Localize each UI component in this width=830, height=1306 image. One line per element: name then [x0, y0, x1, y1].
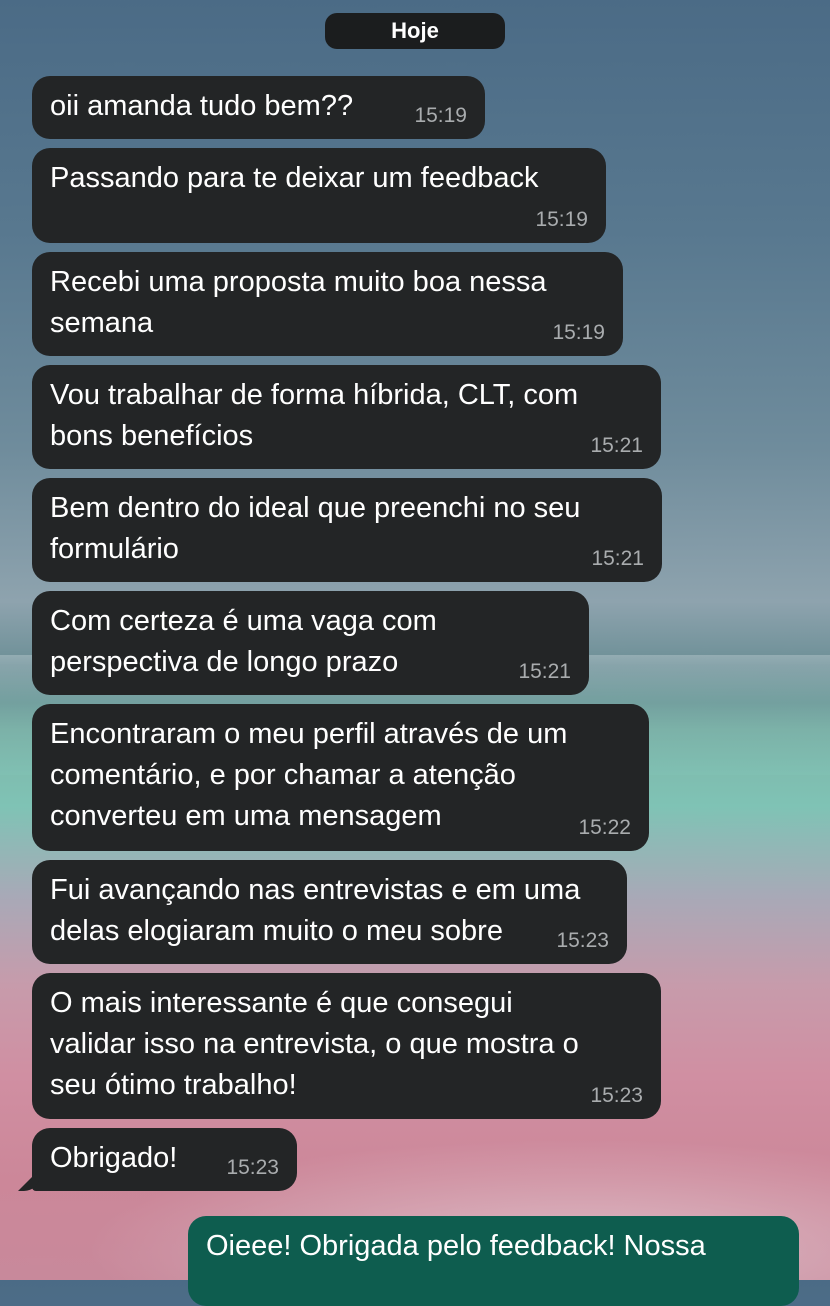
- message-time: 15:21: [518, 660, 571, 683]
- message-text: oii amanda tudo bem??: [50, 90, 354, 122]
- message-bubble[interactable]: Fui avançando nas entrevistas e em uma d…: [32, 860, 627, 964]
- outgoing-message-bubble[interactable]: Oieee! Obrigada pelo feedback! Nossa: [188, 1216, 799, 1306]
- message-text: Vou trabalhar de forma híbrida, CLT, com…: [50, 379, 579, 452]
- message-time: 15:21: [590, 434, 643, 457]
- message-bubble[interactable]: oii amanda tudo bem?? 15:19: [32, 76, 485, 139]
- message-time: 15:19: [414, 104, 467, 127]
- message-text: Com certeza é uma vaga com perspectiva d…: [50, 605, 437, 678]
- message-time: 15:23: [556, 929, 609, 952]
- date-separator: Hoje: [325, 13, 505, 49]
- message-text: Fui avançando nas entrevistas e em uma d…: [50, 874, 581, 947]
- message-text: Recebi uma proposta muito boa nessa sema…: [50, 266, 547, 339]
- message-time: 15:21: [591, 547, 644, 570]
- message-time: 15:23: [590, 1084, 643, 1107]
- message-time: 15:23: [226, 1156, 279, 1179]
- message-bubble[interactable]: Recebi uma proposta muito boa nessa sema…: [32, 252, 623, 356]
- message-bubble[interactable]: Encontraram o meu perfil através de um c…: [32, 704, 649, 851]
- message-time: 15:19: [535, 208, 588, 231]
- message-text: Passando para te deixar um feedback: [50, 162, 539, 194]
- message-bubble[interactable]: Vou trabalhar de forma híbrida, CLT, com…: [32, 365, 661, 469]
- message-text: Bem dentro do ideal que preenchi no seu …: [50, 492, 581, 565]
- message-bubble[interactable]: O mais interessante é que consegui valid…: [32, 973, 661, 1119]
- message-bubble[interactable]: Passando para te deixar um feedback 15:1…: [32, 148, 606, 243]
- message-bubble[interactable]: Obrigado! 15:23: [32, 1128, 297, 1191]
- message-text: O mais interessante é que consegui valid…: [50, 987, 579, 1101]
- message-time: 15:19: [552, 321, 605, 344]
- message-bubble[interactable]: Com certeza é uma vaga com perspectiva d…: [32, 591, 589, 695]
- message-time: 15:22: [578, 816, 631, 839]
- outgoing-message-text: Oieee! Obrigada pelo feedback! Nossa: [206, 1230, 706, 1262]
- message-bubble[interactable]: Bem dentro do ideal que preenchi no seu …: [32, 478, 662, 582]
- message-text: Encontraram o meu perfil através de um c…: [50, 718, 568, 832]
